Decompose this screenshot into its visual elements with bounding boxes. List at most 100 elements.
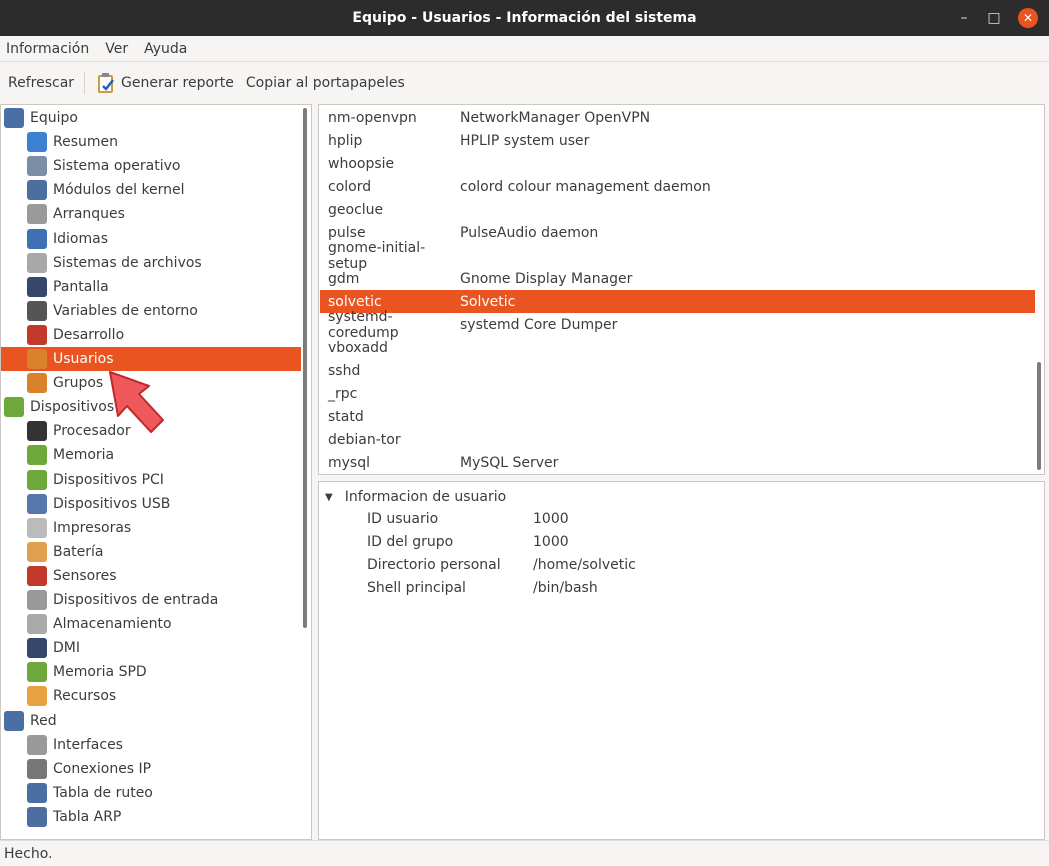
arp-icon: [27, 806, 47, 827]
computer-icon: [4, 108, 24, 128]
window-title: Equipo - Usuarios - Información del sist…: [352, 10, 697, 26]
tree-item-label: Usuarios: [53, 351, 114, 367]
tree-item-memoria-spd[interactable]: Memoria SPD: [1, 660, 301, 684]
tree-item-impresoras[interactable]: Impresoras: [1, 516, 301, 540]
tree-item-dmi[interactable]: DMI: [1, 636, 301, 660]
tree-item-m-dulos-del-kernel[interactable]: Módulos del kernel: [1, 178, 301, 202]
copy-clipboard-button[interactable]: Copiar al portapapeles: [240, 75, 411, 91]
refresh-button[interactable]: Refrescar: [2, 75, 80, 91]
user-row[interactable]: sshd: [320, 359, 1035, 382]
detail-value: /home/solvetic: [533, 556, 636, 573]
tree-item-conexiones-ip[interactable]: Conexiones IP: [1, 757, 301, 781]
user-name: _rpc: [328, 385, 358, 402]
user-row[interactable]: gnome-initial-setup: [320, 240, 1035, 272]
user-details: ▼ Informacion de usuario ID usuario 1000 I…: [318, 481, 1045, 840]
tree-item-label: Arranques: [53, 206, 125, 223]
tree-item-almacenamiento[interactable]: Almacenamiento: [1, 612, 301, 636]
printer-icon: [27, 517, 47, 538]
tree-item-tabla-arp[interactable]: Tabla ARP: [1, 805, 301, 829]
user-name: solvetic: [328, 293, 382, 310]
tree-item-dispositivos-de-entrada[interactable]: Dispositivos de entrada: [1, 588, 301, 612]
usb-icon: [27, 493, 47, 514]
user-row[interactable]: nm-openvpn NetworkManager OpenVPN: [320, 106, 1035, 129]
tree-item-desarrollo[interactable]: Desarrollo: [1, 323, 301, 347]
user-row[interactable]: gdm Gnome Display Manager: [320, 267, 1035, 290]
tree-item-sistemas-de-archivos[interactable]: Sistemas de archivos: [1, 251, 301, 275]
tree-item-resumen[interactable]: Resumen: [1, 130, 301, 154]
detail-row: ID usuario 1000: [367, 507, 569, 530]
tree-item-label: Tabla de ruteo: [53, 784, 153, 801]
tree-item-bater-a[interactable]: Batería: [1, 540, 301, 564]
toolbar: Refrescar Generar reporte Copiar al port…: [0, 62, 1049, 103]
tree-item-label: Idiomas: [53, 230, 108, 247]
tree-item-tabla-de-ruteo[interactable]: Tabla de ruteo: [1, 781, 301, 805]
user-name: sshd: [328, 362, 361, 379]
storage-icon: [27, 614, 47, 635]
detail-label: ID del grupo: [367, 533, 454, 550]
minimize-button[interactable]: –: [950, 0, 978, 36]
drive-icon: [27, 252, 47, 273]
info-icon: [27, 132, 47, 153]
user-row[interactable]: vboxadd: [320, 336, 1035, 359]
interface-icon: [27, 734, 47, 755]
user-description: HPLIP system user: [460, 132, 590, 149]
users-scrollbar[interactable]: [1037, 362, 1041, 470]
user-description: PulseAudio daemon: [460, 224, 599, 241]
tree-item-arranques[interactable]: Arranques: [1, 202, 301, 226]
details-section[interactable]: ▼ Informacion de usuario: [325, 486, 506, 508]
tree-item-dispositivos-pci[interactable]: Dispositivos PCI: [1, 468, 301, 492]
network-icon: [4, 710, 24, 731]
tree-item-sistema-operativo[interactable]: Sistema operativo: [1, 154, 301, 178]
user-name: hplip: [328, 132, 363, 149]
tree-item-idiomas[interactable]: Idiomas: [1, 227, 301, 251]
menu-ayuda[interactable]: Ayuda: [138, 41, 193, 57]
user-row[interactable]: colord colord colour management daemon: [320, 175, 1035, 198]
clipboard-report-icon: [98, 72, 115, 93]
user-row[interactable]: systemd-coredump systemd Core Dumper: [320, 309, 1035, 341]
user-row[interactable]: mysql MySQL Server: [320, 451, 1035, 474]
tree-item-label: Desarrollo: [53, 326, 125, 343]
tree-item-label: Tabla ARP: [53, 808, 122, 825]
user-row[interactable]: whoopsie: [320, 152, 1035, 175]
expander-down-icon: ▼: [325, 491, 333, 503]
menu-ver[interactable]: Ver: [99, 41, 134, 57]
detail-value: /bin/bash: [533, 579, 598, 596]
tree-item-recursos[interactable]: Recursos: [1, 684, 301, 708]
user-description: Gnome Display Manager: [460, 270, 633, 287]
tree-item-interfaces[interactable]: Interfaces: [1, 733, 301, 757]
user-row[interactable]: geoclue: [320, 198, 1035, 221]
user-row[interactable]: _rpc: [320, 382, 1035, 405]
tree-item-pantalla[interactable]: Pantalla: [1, 275, 301, 299]
tree-item-equipo[interactable]: Equipo: [1, 106, 301, 130]
flag-icon: [27, 228, 47, 249]
close-button[interactable]: ✕: [1018, 8, 1038, 28]
groups-icon: [27, 373, 47, 394]
tree-item-red[interactable]: Red: [1, 709, 301, 733]
user-row[interactable]: debian-tor: [320, 428, 1035, 451]
detail-value: 1000: [533, 533, 569, 550]
menu-bar: Información Ver Ayuda: [0, 36, 1049, 62]
maximize-button[interactable]: □: [980, 0, 1008, 36]
user-name: geoclue: [328, 201, 384, 218]
user-row[interactable]: statd: [320, 405, 1035, 428]
user-name: gdm: [328, 270, 360, 287]
menu-informacion[interactable]: Información: [0, 41, 95, 57]
tree-item-dispositivos-usb[interactable]: Dispositivos USB: [1, 492, 301, 516]
terminal-icon: [27, 300, 47, 321]
user-name: nm-openvpn: [328, 109, 417, 126]
tree-item-label: Dispositivos de entrada: [53, 592, 219, 608]
generate-report-button[interactable]: Generar reporte: [89, 72, 240, 94]
tree-item-sensores[interactable]: Sensores: [1, 564, 301, 588]
tree-item-label: Dispositivos PCI: [53, 471, 164, 488]
plug-icon: [27, 758, 47, 779]
tree-item-label: Módulos del kernel: [53, 182, 185, 199]
tree-item-label: Pantalla: [53, 278, 109, 295]
tree-item-variables-de-entorno[interactable]: Variables de entorno: [1, 299, 301, 323]
tree-item-label: Interfaces: [53, 736, 123, 753]
red-pointer-arrow-icon: [109, 371, 164, 433]
tree-item-label: Sensores: [53, 567, 117, 584]
tree-item-memoria[interactable]: Memoria: [1, 443, 301, 467]
pci-icon: [27, 469, 47, 490]
user-row[interactable]: hplip HPLIP system user: [320, 129, 1035, 152]
tree-scrollbar[interactable]: [303, 108, 307, 628]
